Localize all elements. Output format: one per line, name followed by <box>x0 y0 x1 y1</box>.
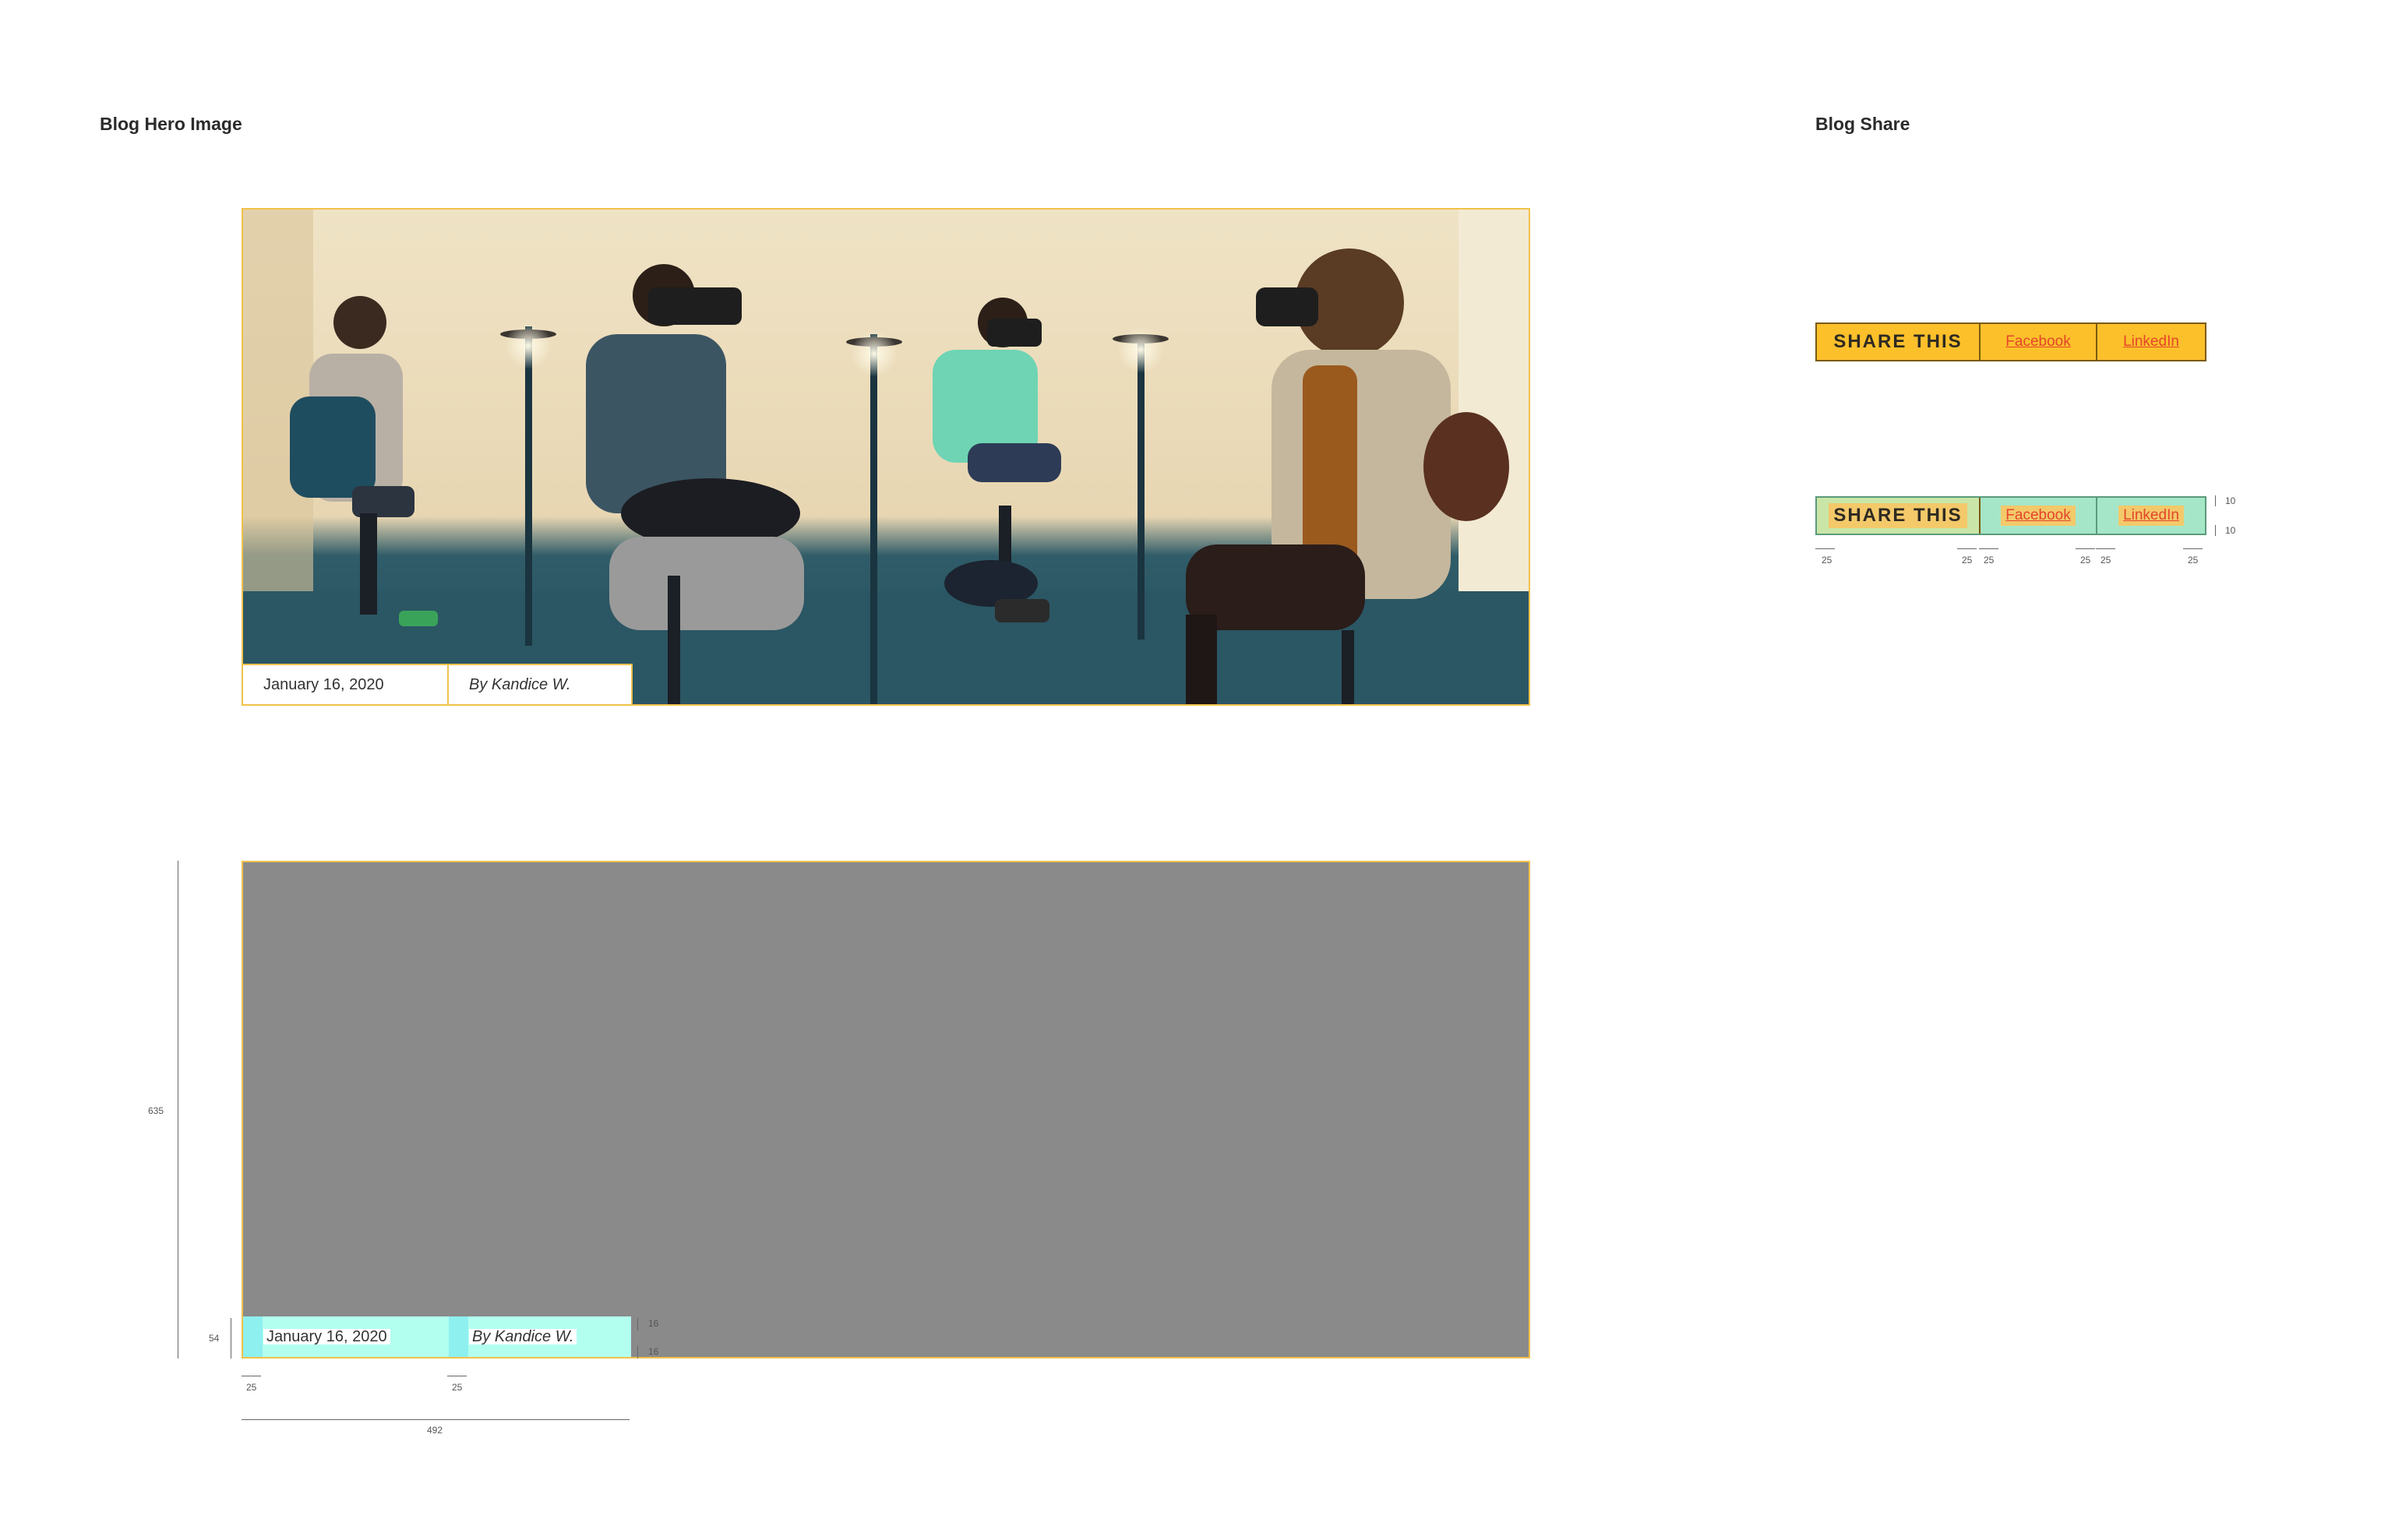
share-pad-label-1: 25 <box>1822 555 1832 566</box>
share-pad-line-6 <box>2183 548 2203 549</box>
share-pad-label-5: 25 <box>2100 555 2111 566</box>
share-bar: SHARE THIS Facebook LinkedIn <box>1815 322 2206 361</box>
linkedin-share-link[interactable]: LinkedIn <box>2097 324 2205 360</box>
share-pad-label-4: 25 <box>2080 555 2091 566</box>
facebook-share-link[interactable]: Facebook <box>1981 324 2097 360</box>
share-section-title: Blog Share <box>1815 114 1910 134</box>
pad-top-line <box>637 1318 638 1330</box>
pad-left-label-1: 25 <box>246 1382 257 1393</box>
share-pad-line-2 <box>1957 548 1977 549</box>
share-pad-bottom-label: 10 <box>2225 525 2236 536</box>
share-pad-line-3 <box>1979 548 1998 549</box>
spec-share-label: SHARE THIS <box>1829 503 1967 528</box>
spec-author-cell: By Kandice W. <box>449 1316 631 1357</box>
share-pad-top-line <box>2215 495 2216 506</box>
meta-width-label: 492 <box>427 1425 443 1436</box>
share-bar-spec: SHARE THIS Facebook LinkedIn <box>1815 496 2206 535</box>
blog-hero-image: January 16, 2020 By Kandice W. <box>242 208 1530 706</box>
post-meta-bar: January 16, 2020 By Kandice W. <box>243 664 633 704</box>
spec-share-label-cell: SHARE THIS <box>1817 498 1981 534</box>
meta-height-label: 54 <box>209 1333 220 1344</box>
pad-bottom-line <box>637 1346 638 1359</box>
spec-linkedin-cell: LinkedIn <box>2097 498 2205 534</box>
share-pad-line-4 <box>2076 548 2095 549</box>
post-date: January 16, 2020 <box>243 665 449 704</box>
spec-post-author: By Kandice W. <box>469 1329 577 1344</box>
post-author: By Kandice W. <box>469 675 571 693</box>
spec-post-date: January 16, 2020 <box>263 1329 390 1344</box>
pad-top-label: 16 <box>648 1318 659 1329</box>
spec-meta-bar: January 16, 2020 By Kandice W. <box>243 1316 631 1357</box>
meta-width-line <box>242 1419 630 1420</box>
pad-left-label-2: 25 <box>452 1382 463 1393</box>
spec-padding-author <box>449 1316 468 1357</box>
spec-date-cell: January 16, 2020 <box>243 1316 449 1357</box>
spec-linkedin-link: LinkedIn <box>2118 506 2184 526</box>
share-pad-label-3: 25 <box>1984 555 1995 566</box>
share-pad-bottom-line <box>2215 525 2216 536</box>
spec-facebook-link: Facebook <box>2001 506 2076 526</box>
spec-facebook-cell: Facebook <box>1981 498 2097 534</box>
spec-padding-left <box>243 1316 263 1357</box>
share-pad-label-6: 25 <box>2188 555 2199 566</box>
hero-section-title: Blog Hero Image <box>100 114 242 134</box>
share-pad-top-label: 10 <box>2225 495 2236 506</box>
share-pad-label-2: 25 <box>1962 555 1973 566</box>
share-pad-line-5 <box>2096 548 2115 549</box>
share-label: SHARE THIS <box>1817 324 1981 360</box>
share-pad-line-1 <box>1815 548 1835 549</box>
pad-bottom-label: 16 <box>648 1346 659 1357</box>
hero-height-label: 635 <box>148 1105 164 1116</box>
vr-photo-illustration <box>243 210 1529 704</box>
hero-spec-placeholder: January 16, 2020 By Kandice W. <box>242 861 1530 1359</box>
